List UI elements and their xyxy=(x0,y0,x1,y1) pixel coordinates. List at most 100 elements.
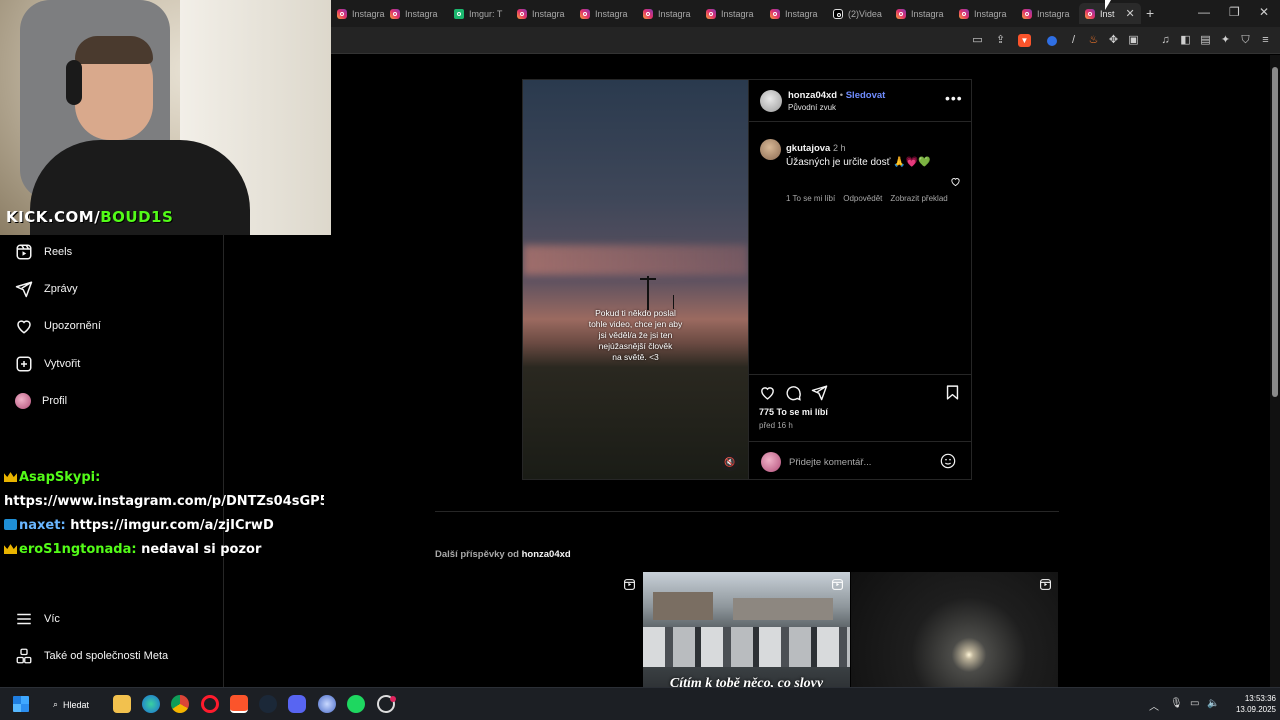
instagram-icon xyxy=(643,8,653,19)
like-count[interactable]: 775 To se mi líbí xyxy=(759,407,828,417)
browser-tab[interactable]: Instagra xyxy=(700,3,758,24)
browser-tab[interactable]: Instagra xyxy=(1016,3,1074,24)
nav-label: Upozornění xyxy=(44,320,101,332)
mute-button[interactable]: 🔇 xyxy=(721,453,739,471)
extension-slash-icon[interactable]: / xyxy=(1067,34,1080,47)
browser-tab[interactable]: Instagra xyxy=(384,3,442,24)
file-explorer-icon[interactable] xyxy=(113,695,131,713)
nav-label: Také od společnosti Meta xyxy=(44,650,169,662)
nav-reels[interactable]: Reels xyxy=(15,240,72,264)
browser-tab[interactable]: Instagra xyxy=(764,3,822,24)
music-icon[interactable]: ♫ xyxy=(1159,34,1172,47)
comment-icon[interactable] xyxy=(785,384,802,401)
more-options-icon[interactable]: ••• xyxy=(945,90,963,106)
comment-input[interactable]: Přidejte komentář... xyxy=(789,457,871,468)
leo-ai-icon[interactable]: ✦ xyxy=(1219,34,1232,47)
browser-tab[interactable]: Imgur: T xyxy=(448,3,506,24)
browser-tab[interactable]: (2)Videa xyxy=(827,3,885,24)
thumb-caption: Cítím k tobě něco, co slovy xyxy=(669,676,824,687)
screenshot-icon[interactable]: ▣ xyxy=(1127,34,1140,47)
more-post-thumb[interactable]: Cítím k tobě něco, co slovy xyxy=(643,572,850,687)
page-scrollbar[interactable] xyxy=(1270,55,1280,687)
translate-button[interactable]: Zobrazit překlad xyxy=(890,194,947,203)
watermark-channel: BOUD1S xyxy=(100,208,174,226)
brave-shields-icon[interactable]: ▼ xyxy=(1018,34,1031,47)
nav-messages[interactable]: Zprávy xyxy=(15,277,78,301)
maximize-button[interactable]: ❐ xyxy=(1229,5,1240,19)
taskbar-search[interactable]: ⌕ Hledat xyxy=(45,694,107,715)
close-window-button[interactable]: ✕ xyxy=(1259,5,1269,19)
author-avatar[interactable] xyxy=(760,90,782,112)
browser-tab[interactable]: Instagra xyxy=(331,3,389,24)
more-post-thumb[interactable] xyxy=(435,572,642,687)
menu-icon xyxy=(17,613,31,625)
profile-avatar xyxy=(15,393,31,409)
browser-tab[interactable]: Instagra xyxy=(574,3,632,24)
instagram-icon xyxy=(959,8,969,19)
app-globe-icon[interactable] xyxy=(318,695,336,713)
extensions-puzzle-icon[interactable]: ✥ xyxy=(1107,34,1120,47)
wallet-icon[interactable]: ▤ xyxy=(1199,34,1212,47)
comment-header: gkutajova 2 h xyxy=(786,143,846,154)
more-post-thumb[interactable] xyxy=(851,572,1058,687)
discord-icon[interactable] xyxy=(288,695,306,713)
chat-text: https://imgur.com/a/zjICrwD xyxy=(70,518,274,533)
author-username[interactable]: honza04xd xyxy=(788,90,837,101)
more-posts-author[interactable]: honza04xd xyxy=(522,549,571,560)
share-post-icon[interactable] xyxy=(811,384,828,401)
like-icon[interactable] xyxy=(759,384,776,401)
reel-badge-icon xyxy=(832,579,843,590)
crown-badge-icon xyxy=(4,472,17,482)
brave-icon[interactable] xyxy=(230,695,248,713)
reel-video[interactable]: Pokud ti někdo poslal tohle video, chce … xyxy=(523,80,748,479)
microphone-icon[interactable]: 🎙 xyxy=(1170,698,1183,709)
steam-icon[interactable] xyxy=(259,695,277,713)
tab-label: Instagra xyxy=(405,8,438,19)
audio-label[interactable]: Původní zvuk xyxy=(788,103,836,112)
edge-icon[interactable] xyxy=(142,695,160,713)
browser-tab[interactable]: Instagra xyxy=(637,3,695,24)
utility-pole xyxy=(647,276,649,310)
chat-username: naxet: xyxy=(19,518,66,533)
tab-label: Instagra xyxy=(721,8,754,19)
comment-likes[interactable]: 1 To se mi líbí xyxy=(786,194,835,203)
vpn-shield-icon[interactable]: ⛉ xyxy=(1239,34,1252,47)
nav-meta[interactable]: Také od společnosti Meta xyxy=(15,644,168,668)
nav-notifications[interactable]: Upozornění xyxy=(15,314,101,338)
scrollbar-thumb[interactable] xyxy=(1272,67,1278,397)
minimize-button[interactable]: — xyxy=(1198,5,1210,19)
sidebar-icon[interactable]: ◧ xyxy=(1179,34,1192,47)
windows-start-icon[interactable] xyxy=(13,696,29,712)
browser-tab[interactable]: Instagra xyxy=(511,3,569,24)
commenter-avatar[interactable] xyxy=(760,139,781,160)
network-icon[interactable]: ▭ xyxy=(1190,698,1199,709)
emoji-icon[interactable] xyxy=(940,453,956,469)
browser-menu-icon[interactable]: ≡ xyxy=(1259,34,1272,47)
close-tab-icon[interactable]: ✕ xyxy=(1126,7,1135,20)
chrome-icon[interactable] xyxy=(171,695,189,713)
chat-message: eroS1ngtonada: nedaval si pozor xyxy=(4,538,324,562)
nav-profile[interactable]: Profil xyxy=(15,389,67,413)
nav-create[interactable]: Vytvořit xyxy=(15,352,80,376)
nav-more[interactable]: Víc xyxy=(15,607,60,631)
spotify-icon[interactable] xyxy=(347,695,365,713)
new-tab-button[interactable]: + xyxy=(1146,5,1154,21)
volume-icon[interactable]: 🔈 xyxy=(1207,698,1219,709)
follow-button[interactable]: Sledovat xyxy=(846,90,886,101)
browser-tab[interactable]: Instagra xyxy=(890,3,948,24)
thumb-parked-cars xyxy=(643,627,850,667)
save-bookmark-icon[interactable] xyxy=(944,384,961,401)
extension-flame-icon[interactable]: ♨ xyxy=(1087,34,1100,47)
commenter-username[interactable]: gkutajova xyxy=(786,143,830,154)
comment-like-icon[interactable] xyxy=(950,176,961,187)
post-card: Pokud ti někdo poslal tohle video, chce … xyxy=(522,79,972,480)
share-icon[interactable]: ⇪ xyxy=(994,34,1007,47)
watermark-domain: KICK.COM/ xyxy=(6,208,101,226)
tray-chevron-up-icon[interactable]: ︿ xyxy=(1149,698,1159,713)
taskbar-clock[interactable]: 13:53:36 13.09.2025 xyxy=(1226,693,1276,715)
reply-button[interactable]: Odpovědět xyxy=(843,194,882,203)
browser-tab[interactable]: Instagra xyxy=(953,3,1011,24)
extension-dot-icon[interactable] xyxy=(1047,36,1057,46)
cast-icon[interactable]: ▭ xyxy=(971,34,984,47)
opera-icon[interactable] xyxy=(201,695,219,713)
